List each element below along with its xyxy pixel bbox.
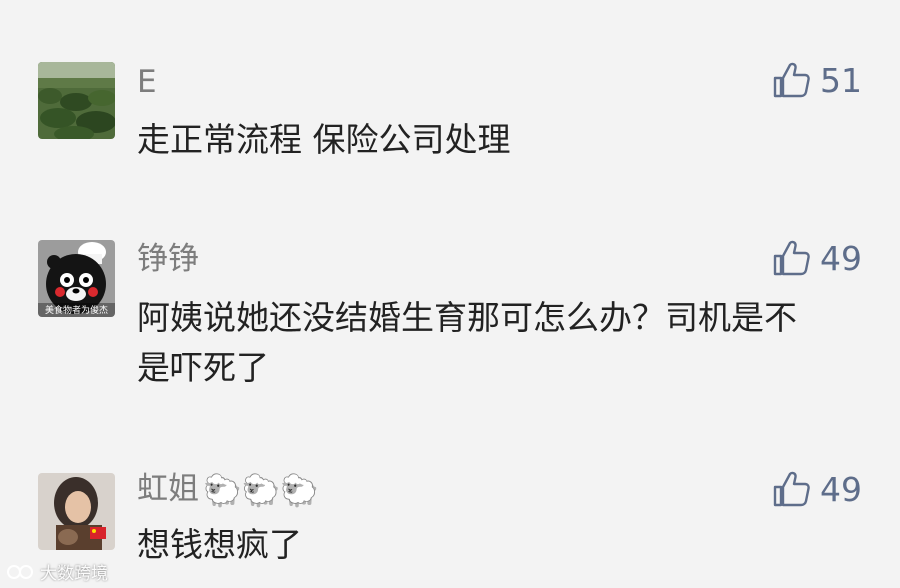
like-button[interactable]: 49: [772, 236, 862, 280]
kumamon-chef-icon: 美食物者为俊杰: [38, 240, 115, 317]
commenter-name[interactable]: E: [137, 62, 157, 102]
like-count: 49: [820, 238, 862, 278]
thumbs-up-icon: [773, 240, 810, 276]
comment-text: 阿姨说她还没结婚生育那可怎么办？司机是不是吓死了: [137, 298, 797, 387]
watermark: 大数跨境: [6, 559, 108, 584]
watermark-logo-icon: [7, 564, 33, 579]
thumbs-up-icon: [773, 471, 810, 507]
commenter-name[interactable]: 虹姐 🐑🐑🐑: [137, 469, 319, 511]
like-button[interactable]: 51: [772, 58, 862, 102]
thumbs-up-icon: [773, 62, 810, 98]
field-photo-icon: [38, 62, 115, 139]
avatar-caption: 美食物者为俊杰: [45, 304, 108, 316]
avatar[interactable]: [38, 62, 115, 139]
avatar[interactable]: [38, 473, 115, 550]
like-count: 51: [820, 60, 862, 100]
watermark-text: 大数跨境: [40, 564, 108, 584]
comment-text: 想钱想疯了: [137, 525, 302, 564]
commenter-name-text: 虹姐: [137, 471, 199, 507]
sheep-emoji-icon: 🐑🐑🐑: [203, 472, 319, 509]
portrait-photo-icon: [38, 473, 115, 550]
avatar[interactable]: 美食物者为俊杰: [38, 240, 115, 317]
commenter-name[interactable]: 铮铮: [137, 239, 199, 279]
like-count: 49: [820, 469, 862, 509]
like-button[interactable]: 49: [772, 467, 862, 511]
comment-text: 走正常流程 保险公司处理: [137, 120, 511, 159]
